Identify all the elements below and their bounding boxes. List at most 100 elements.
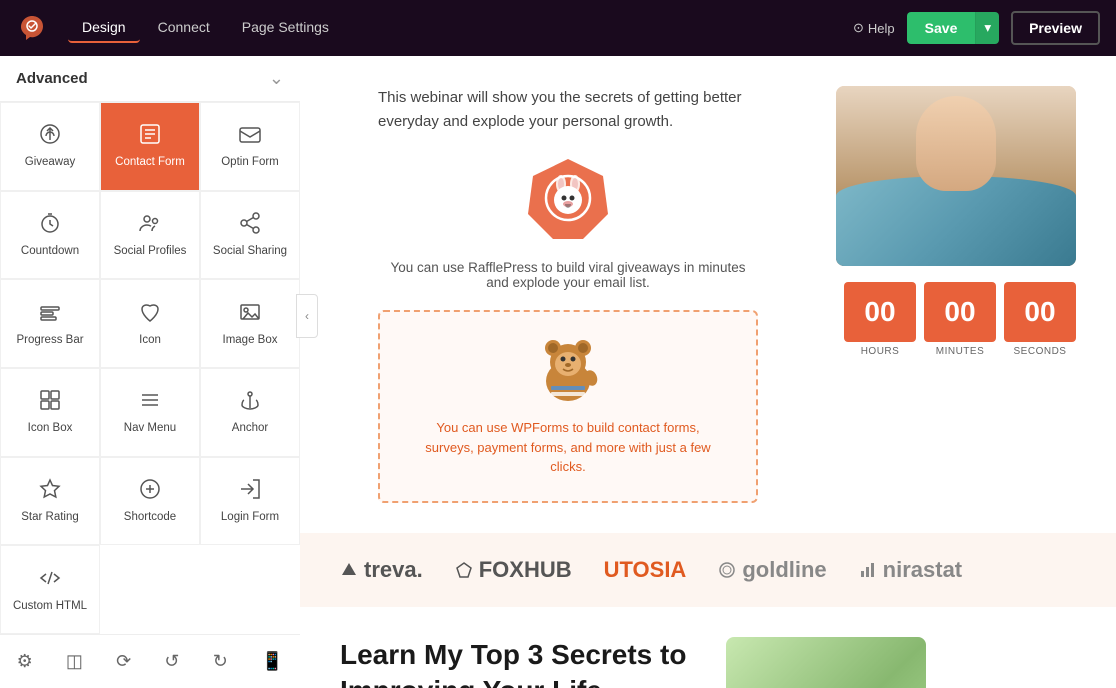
widget-social-sharing-label: Social Sharing	[213, 245, 287, 259]
widget-grid: Giveaway Contact Form	[0, 102, 300, 634]
widget-star-rating[interactable]: Star Rating	[0, 457, 100, 546]
icon-icon	[138, 300, 162, 328]
countdown-minutes-label: MINUTES	[936, 346, 985, 357]
bottom-heading: Learn My Top 3 Secrets to Improving Your…	[340, 637, 686, 688]
widget-optin-form-label: Optin Form	[221, 156, 279, 170]
countdown-hours-label: HOURS	[861, 346, 900, 357]
content-top: This webinar will show you the secrets o…	[300, 56, 1116, 533]
widget-image-box[interactable]: Image Box	[200, 279, 300, 368]
wpforms-bear-image	[533, 336, 603, 406]
wpforms-box: You can use WPForms to build contact for…	[378, 310, 758, 503]
contact-form-icon	[138, 122, 162, 150]
giveaway-icon	[38, 122, 62, 150]
countdown-seconds-block: 00 SECONDS	[1004, 282, 1076, 357]
tagline-text: This webinar will show you the secrets o…	[378, 86, 758, 134]
nav-design[interactable]: Design	[68, 13, 140, 43]
widget-giveaway[interactable]: Giveaway	[0, 102, 100, 191]
widget-giveaway-label: Giveaway	[25, 156, 76, 170]
icon-box-icon	[38, 388, 62, 416]
brand-foxhub: FOXHUB	[455, 557, 572, 583]
countdown-minutes-block: 00 MINUTES	[924, 282, 996, 357]
content-left: This webinar will show you the secrets o…	[340, 86, 796, 503]
widget-social-sharing[interactable]: Social Sharing	[200, 191, 300, 280]
brand-goldline: goldline	[718, 557, 826, 583]
main-layout: Advanced ⌄ Giveaway	[0, 56, 1116, 688]
shortcode-icon	[138, 477, 162, 505]
header-right: ⊙ Help Save ▾ Preview	[853, 11, 1100, 45]
redo-icon[interactable]: ↻	[207, 645, 234, 678]
optin-form-icon	[238, 122, 262, 150]
sidebar-header: Advanced ⌄	[0, 56, 300, 102]
widget-custom-html-label: Custom HTML	[13, 600, 87, 614]
widget-social-profiles[interactable]: Social Profiles	[100, 191, 200, 280]
brand-utosia: UTOSIA	[604, 557, 687, 583]
undo-icon[interactable]: ↺	[158, 645, 185, 678]
content-right: 00 HOURS 00 MINUTES 00 SECONDS	[836, 86, 1076, 503]
progress-bar-icon	[38, 300, 62, 328]
widget-progress-bar[interactable]: Progress Bar	[0, 279, 100, 368]
sidebar-collapse-arrow[interactable]: ‹	[296, 294, 318, 338]
sidebar-title: Advanced	[16, 70, 88, 87]
widget-nav-menu[interactable]: Nav Menu	[100, 368, 200, 457]
app-logo	[16, 12, 48, 44]
countdown-seconds: 00	[1004, 282, 1076, 342]
person-image	[836, 86, 1076, 266]
widget-icon-label: Icon	[139, 334, 161, 348]
header-nav: Design Connect Page Settings	[68, 13, 853, 43]
widget-progress-bar-label: Progress Bar	[16, 334, 83, 348]
anchor-icon	[238, 388, 262, 416]
save-button[interactable]: Save	[907, 12, 976, 44]
widget-image-box-label: Image Box	[223, 334, 278, 348]
widget-shortcode[interactable]: Shortcode	[100, 457, 200, 546]
brand-treva: treva.	[340, 557, 423, 583]
widget-shortcode-label: Shortcode	[124, 511, 176, 525]
save-btn-group: Save ▾	[907, 12, 999, 44]
canvas-area: This webinar will show you the secrets o…	[300, 56, 1116, 688]
widget-star-rating-label: Star Rating	[21, 511, 79, 525]
social-profiles-icon	[138, 211, 162, 239]
widget-login-form-label: Login Form	[221, 511, 279, 525]
canvas-inner: This webinar will show you the secrets o…	[300, 56, 1116, 688]
settings-icon[interactable]: ⚙	[11, 645, 39, 678]
custom-html-icon	[38, 566, 62, 594]
countdown-section: 00 HOURS 00 MINUTES 00 SECONDS	[844, 266, 1076, 357]
image-box-icon	[238, 300, 262, 328]
help-button[interactable]: ⊙ Help	[853, 20, 895, 36]
nav-connect[interactable]: Connect	[144, 13, 224, 43]
mobile-icon[interactable]: 📱	[255, 645, 289, 678]
header: Design Connect Page Settings ⊙ Help Save…	[0, 0, 1116, 56]
widget-login-form[interactable]: Login Form	[200, 457, 300, 546]
widget-countdown-label: Countdown	[21, 245, 79, 259]
countdown-minutes: 00	[924, 282, 996, 342]
widget-optin-form[interactable]: Optin Form	[200, 102, 300, 191]
countdown-hours-block: 00 HOURS	[844, 282, 916, 357]
widget-countdown[interactable]: Countdown	[0, 191, 100, 280]
widget-icon[interactable]: Icon	[100, 279, 200, 368]
sidebar-collapse-button[interactable]: ⌄	[269, 68, 284, 89]
sidebar: Advanced ⌄ Giveaway	[0, 56, 300, 688]
widget-social-profiles-label: Social Profiles	[114, 245, 187, 259]
widget-contact-form[interactable]: Contact Form	[100, 102, 200, 191]
layers-icon[interactable]: ◫	[60, 645, 89, 678]
sidebar-footer: ⚙ ◫ ⟳ ↺ ↻ 📱	[0, 634, 300, 688]
nav-menu-icon	[138, 388, 162, 416]
widget-contact-form-label: Contact Form	[115, 156, 185, 170]
widget-custom-html[interactable]: Custom HTML	[0, 545, 100, 634]
countdown-seconds-label: SECONDS	[1014, 346, 1067, 357]
login-form-icon	[238, 477, 262, 505]
nav-page-settings[interactable]: Page Settings	[228, 13, 343, 43]
help-icon: ⊙	[853, 20, 864, 36]
widget-anchor[interactable]: Anchor	[200, 368, 300, 457]
save-dropdown-button[interactable]: ▾	[975, 12, 999, 44]
widget-icon-box[interactable]: Icon Box	[0, 368, 100, 457]
social-sharing-icon	[238, 211, 262, 239]
bottom-image	[726, 637, 926, 688]
brand-nirastat: nirastat	[859, 557, 962, 583]
preview-button[interactable]: Preview	[1011, 11, 1100, 45]
countdown-hours: 00	[844, 282, 916, 342]
countdown-icon	[38, 211, 62, 239]
history-icon[interactable]: ⟳	[110, 645, 137, 678]
wpforms-text: You can use WPForms to build contact for…	[412, 418, 724, 477]
star-rating-icon	[38, 477, 62, 505]
widget-icon-box-label: Icon Box	[28, 422, 73, 436]
